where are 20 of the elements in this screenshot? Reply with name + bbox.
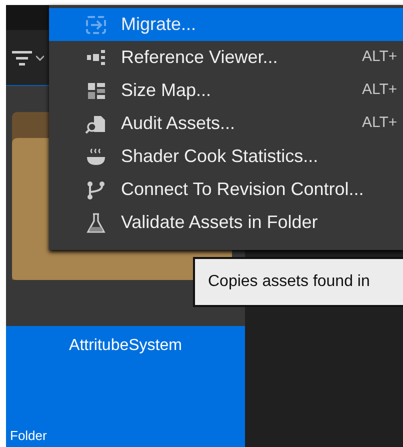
menu-item[interactable]: Migrate... [49, 8, 403, 41]
shortcut-text: ALT+ [362, 80, 398, 100]
menu-item[interactable]: Validate Assets in Folder [49, 206, 403, 239]
branch-icon [85, 178, 107, 200]
steaming-bowl-icon [85, 146, 107, 168]
caret-icon[interactable] [36, 54, 44, 60]
flask-icon [85, 212, 107, 234]
tooltip: Copies assets found in [193, 257, 403, 307]
menu-item[interactable]: Reference Viewer... ALT+ [49, 41, 403, 74]
menu-item[interactable]: Shader Cook Statistics... [49, 140, 403, 173]
menu-item[interactable]: Audit Assets... ALT+ [49, 107, 403, 140]
filter-icon[interactable] [12, 50, 34, 66]
asset-name: AttritubeSystem [68, 336, 183, 356]
asset-type: Folder [9, 426, 48, 444]
shortcut-text: ALT+ [362, 47, 398, 68]
asset-label-panel[interactable]: AttritubeSystem Folder [6, 326, 245, 447]
shortcut-text: ALT+ [362, 113, 398, 134]
migrate-icon [85, 14, 107, 36]
menu-item[interactable]: Connect To Revision Control... [49, 173, 403, 206]
menu-item[interactable]: Size Map... ALT+ [49, 74, 403, 107]
